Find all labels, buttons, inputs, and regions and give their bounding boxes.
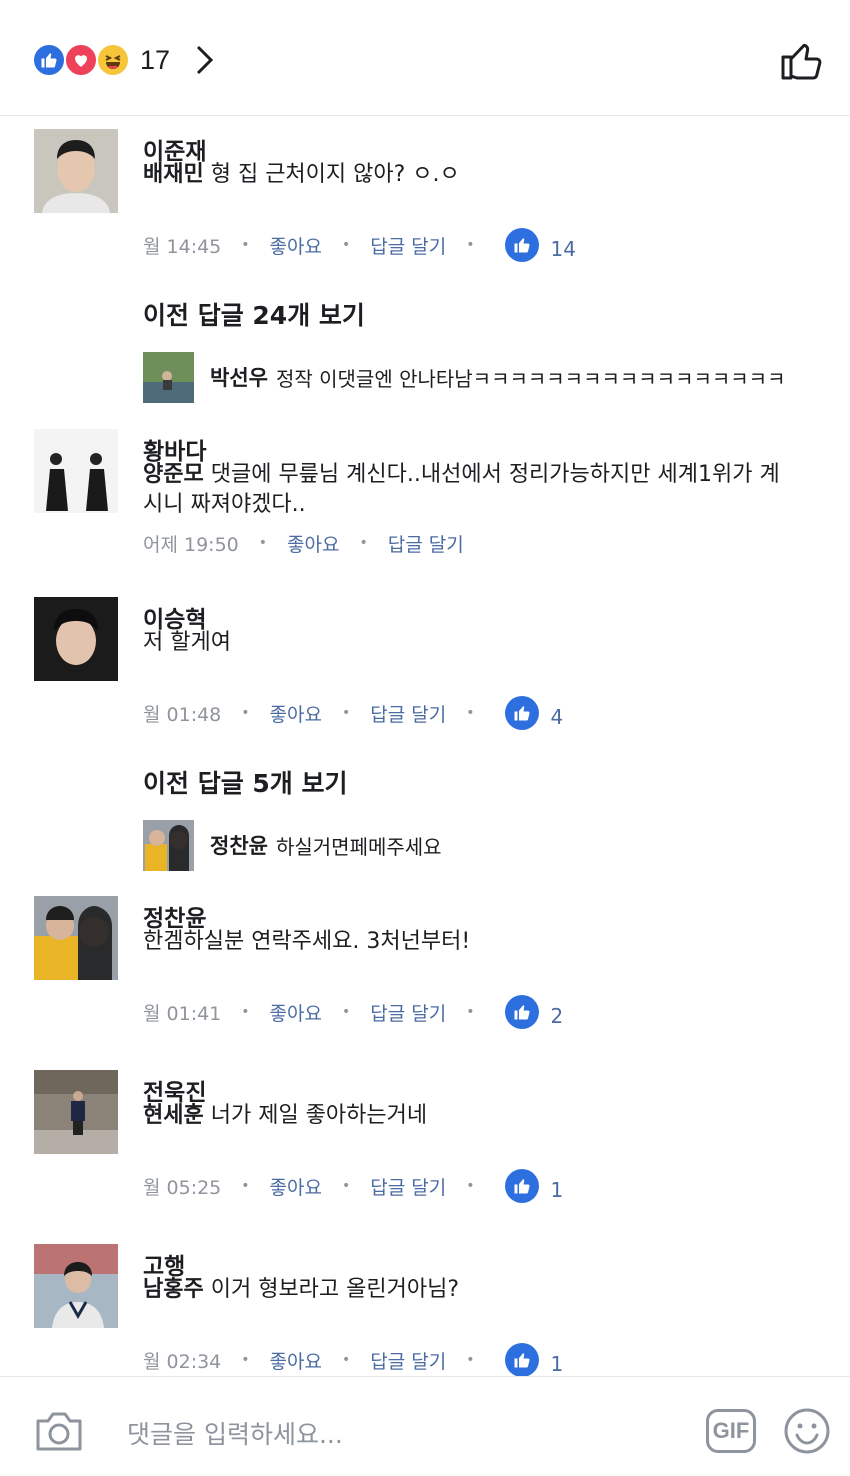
timestamp: 월 02:34 <box>143 1350 222 1373</box>
like-button[interactable]: 좋아요 <box>287 530 339 557</box>
view-previous-replies[interactable]: 이전 답글 24개 보기 <box>143 296 365 332</box>
reply-author[interactable]: 박선우 <box>210 362 268 392</box>
comment-body: 너가 제일 좋아하는거네 <box>203 1103 428 1128</box>
like-button[interactable]: 좋아요 <box>270 232 322 259</box>
separator: • <box>359 535 368 551</box>
reaction-summary[interactable]: 17 <box>32 42 170 78</box>
comment-meta: 월 02:34 • 좋아요 • 답글 달기 • 1 <box>143 1340 563 1380</box>
comment-meta: 어제 19:50 • 좋아요 • 답글 달기 <box>143 523 464 563</box>
view-previous-replies[interactable]: 이전 답글 5개 보기 <box>143 764 348 800</box>
separator: • <box>241 237 250 253</box>
comment-text: 한겜하실분 연락주세요. 3처넌부터! <box>143 929 471 954</box>
reply-text: 하실거면페메주세요 <box>275 834 442 859</box>
love-icon <box>64 43 98 77</box>
like-button[interactable]: 좋아요 <box>270 1173 322 1200</box>
like-button[interactable]: 좋아요 <box>270 1347 322 1374</box>
avatar[interactable] <box>34 1244 118 1328</box>
separator: • <box>342 237 351 253</box>
like-count[interactable]: 1 <box>551 1178 564 1202</box>
mention[interactable]: 현세훈 <box>143 1103 204 1128</box>
comment-input[interactable]: 댓글을 입력하세요... <box>127 1415 343 1451</box>
chevron-right-icon[interactable] <box>193 44 217 76</box>
separator: • <box>466 1352 475 1368</box>
comment-meta: 월 01:41 • 좋아요 • 답글 달기 • 2 <box>143 992 563 1032</box>
comment-input-bar: 댓글을 입력하세요... GIF <box>0 1376 850 1476</box>
like-count[interactable]: 14 <box>551 237 576 261</box>
timestamp: 월 01:48 <box>143 703 222 726</box>
thumbs-up-outline-icon[interactable] <box>780 38 824 82</box>
reply-button[interactable]: 답글 달기 <box>370 999 446 1026</box>
separator: • <box>466 1178 475 1194</box>
like-icon <box>32 43 66 77</box>
like-icon[interactable] <box>504 995 539 1029</box>
reaction-count: 17 <box>140 44 171 75</box>
reply-button[interactable]: 답글 달기 <box>370 232 446 259</box>
separator: • <box>342 1178 351 1194</box>
like-count[interactable]: 4 <box>551 705 564 729</box>
comment-body: 형 집 근처이지 않아? ㅇ.ㅇ <box>203 162 460 187</box>
avatar[interactable] <box>34 597 118 681</box>
separator: • <box>342 1004 351 1020</box>
camera-icon[interactable] <box>34 1409 84 1453</box>
separator: • <box>258 535 268 551</box>
comment-meta: 월 01:48 • 좋아요 • 답글 달기 • 4 <box>143 693 563 733</box>
separator: • <box>241 1352 250 1368</box>
comment-meta: 월 05:25 • 좋아요 • 답글 달기 • 1 <box>143 1166 563 1206</box>
avatar[interactable] <box>34 1070 118 1154</box>
comment-text: 남홍주 이거 형보라고 올린거아님? <box>143 1275 783 1305</box>
like-button[interactable]: 좋아요 <box>270 999 322 1026</box>
mention[interactable]: 양준모 <box>143 462 204 487</box>
avatar <box>143 819 194 871</box>
timestamp: 월 05:25 <box>143 1176 222 1199</box>
comment-body: 이거 형보라고 올린거아님? <box>203 1277 460 1302</box>
timestamp: 월 01:41 <box>143 1002 222 1025</box>
reply-button[interactable]: 답글 달기 <box>370 700 446 727</box>
comment-text: 저 할게여 <box>143 630 231 655</box>
comment-text: 현세훈 너가 제일 좋아하는거네 <box>143 1101 783 1131</box>
haha-icon <box>96 43 130 77</box>
timestamp: 어제 19:50 <box>143 533 239 556</box>
smiley-icon[interactable] <box>783 1407 831 1455</box>
separator: • <box>241 1004 250 1020</box>
mention[interactable]: 남홍주 <box>143 1277 204 1302</box>
separator: • <box>241 705 250 721</box>
avatar[interactable] <box>34 429 118 513</box>
like-icon[interactable] <box>504 1343 539 1377</box>
separator: • <box>466 705 475 721</box>
separator: • <box>342 705 351 721</box>
gif-button[interactable]: GIF <box>706 1409 756 1453</box>
like-icon[interactable] <box>504 1169 539 1203</box>
reactions-header: 17 <box>0 0 850 116</box>
like-count[interactable]: 2 <box>551 1004 564 1028</box>
like-button[interactable]: 좋아요 <box>270 700 322 727</box>
comment-body: 댓글에 무릎님 계신다..내선에서 정리가능하지만 세계1위가 계시니 짜져야겠… <box>143 462 780 517</box>
like-count[interactable]: 1 <box>551 1352 564 1376</box>
like-icon[interactable] <box>504 228 539 262</box>
reply-author[interactable]: 정찬윤 <box>210 830 268 860</box>
reply-button[interactable]: 답글 달기 <box>388 530 464 557</box>
like-icon[interactable] <box>504 696 539 730</box>
reply-preview[interactable]: 박선우 정작 이댓글엔 안나타남ㅋㅋㅋㅋㅋㅋㅋㅋㅋㅋㅋㅋㅋㅋㅋㅋㅋ <box>143 351 786 403</box>
reply-button[interactable]: 답글 달기 <box>370 1347 446 1374</box>
reply-button[interactable]: 답글 달기 <box>370 1173 446 1200</box>
avatar[interactable] <box>34 129 118 213</box>
separator: • <box>466 1004 475 1020</box>
reply-text: 정작 이댓글엔 안나타남ㅋㅋㅋㅋㅋㅋㅋㅋㅋㅋㅋㅋㅋㅋㅋㅋㅋ <box>275 366 786 391</box>
separator: • <box>342 1352 351 1368</box>
timestamp: 월 14:45 <box>143 235 222 258</box>
avatar[interactable] <box>34 896 118 980</box>
avatar <box>143 351 194 403</box>
comment-text: 양준모 댓글에 무릎님 계신다..내선에서 정리가능하지만 세계1위가 계시니 … <box>143 460 783 520</box>
mention[interactable]: 배재민 <box>143 162 204 187</box>
comment-meta: 월 14:45 • 좋아요 • 답글 달기 • 14 <box>143 225 576 265</box>
separator: • <box>241 1178 250 1194</box>
reply-preview[interactable]: 정찬윤 하실거면페메주세요 <box>143 819 442 871</box>
comment-text: 배재민 형 집 근처이지 않아? ㅇ.ㅇ <box>143 160 783 190</box>
separator: • <box>466 237 475 253</box>
